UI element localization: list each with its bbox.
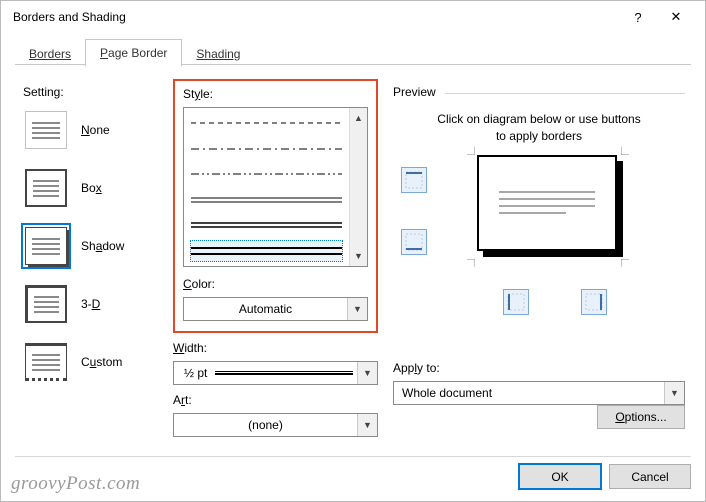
width-value: ½ pt	[184, 366, 207, 380]
setting-custom[interactable]: Custom	[23, 341, 163, 383]
setting-shadow-thumb	[25, 227, 67, 265]
dropdown-icon[interactable]: ▼	[357, 362, 377, 384]
footer-buttons: OK Cancel	[519, 464, 691, 489]
art-combo[interactable]: (none) ▼	[173, 413, 378, 437]
color-combo[interactable]: Automatic ▼	[183, 297, 368, 321]
style-listbox[interactable]: ▲ ▼	[183, 107, 368, 267]
preview-column: Preview Click on diagram below or use bu…	[393, 85, 685, 321]
style-option-dashed[interactable]	[190, 112, 343, 134]
corner-handle-icon	[621, 147, 629, 155]
corner-handle-icon	[621, 259, 629, 267]
watermark-text: groovyPost.com	[11, 473, 140, 495]
setting-heading: Setting:	[23, 85, 163, 99]
art-value: (none)	[174, 418, 357, 432]
setting-none-label: None	[81, 123, 110, 137]
setting-box-thumb	[25, 169, 67, 207]
style-label: Style:	[183, 87, 368, 101]
color-label: Color:	[183, 277, 368, 291]
border-bottom-icon	[405, 233, 423, 251]
highlight-box: Style: ▲ ▼ Col	[173, 79, 378, 333]
setting-3d-thumb	[25, 285, 67, 323]
window-title: Borders and Shading	[13, 10, 619, 24]
border-right-button[interactable]	[581, 289, 607, 315]
scroll-down-icon[interactable]: ▼	[350, 246, 367, 266]
dropdown-icon[interactable]: ▼	[347, 298, 367, 320]
style-option-double-thin[interactable]	[190, 189, 343, 211]
color-value: Automatic	[184, 302, 347, 316]
setting-3d[interactable]: 3-D	[23, 283, 163, 325]
style-items	[184, 108, 349, 266]
setting-box-label: Box	[81, 181, 102, 195]
ok-button[interactable]: OK	[519, 464, 601, 489]
setting-custom-label: Custom	[81, 355, 122, 369]
border-bottom-button[interactable]	[401, 229, 427, 255]
width-sample-icon	[215, 371, 353, 375]
footer-divider	[15, 456, 691, 457]
page-face	[477, 155, 617, 251]
preview-diagram	[393, 151, 685, 321]
setting-none[interactable]: None	[23, 109, 163, 151]
style-column: Style: ▲ ▼ Col	[173, 79, 378, 437]
titlebar: Borders and Shading ? ✕	[1, 1, 705, 33]
scroll-up-icon[interactable]: ▲	[350, 108, 367, 128]
style-option-dashdotdot[interactable]	[190, 163, 343, 185]
corner-handle-icon	[467, 147, 475, 155]
close-button[interactable]: ✕	[657, 2, 695, 32]
cancel-button[interactable]: Cancel	[609, 464, 691, 489]
setting-custom-thumb	[25, 343, 67, 381]
options-button[interactable]: Options...	[597, 405, 685, 429]
style-scrollbar[interactable]: ▲ ▼	[349, 108, 367, 266]
border-left-button[interactable]	[503, 289, 529, 315]
preview-hint: Click on diagram below or use buttons to…	[393, 111, 685, 145]
corner-handle-icon	[467, 259, 475, 267]
setting-3d-label: 3-D	[81, 297, 100, 311]
border-top-icon	[405, 171, 423, 189]
width-combo[interactable]: ½ pt ▼	[173, 361, 378, 385]
help-button[interactable]: ?	[619, 2, 657, 32]
style-option-dashdot[interactable]	[190, 138, 343, 160]
style-option-double-thick[interactable]	[190, 240, 343, 262]
style-option-double-med[interactable]	[190, 214, 343, 236]
dropdown-icon[interactable]: ▼	[357, 414, 377, 436]
width-value-wrap: ½ pt	[174, 366, 357, 380]
border-right-icon	[585, 293, 603, 311]
setting-shadow[interactable]: Shadow	[23, 225, 163, 267]
setting-none-thumb	[25, 111, 67, 149]
setting-column: Setting: None Box Shadow	[23, 85, 163, 399]
apply-to-section: Apply to: Whole document ▼ Options...	[393, 361, 685, 405]
options-label: Options...	[615, 410, 666, 424]
tab-label: Page Border	[100, 46, 167, 60]
preview-divider	[445, 93, 685, 94]
dialog-body: Setting: None Box Shadow	[15, 65, 691, 453]
border-top-button[interactable]	[401, 167, 427, 193]
setting-box[interactable]: Box	[23, 167, 163, 209]
dropdown-icon[interactable]: ▼	[664, 382, 684, 404]
dialog-borders-shading: Borders and Shading ? ✕ Borders Page Bor…	[0, 0, 706, 502]
border-left-icon	[507, 293, 525, 311]
tab-page-border[interactable]: Page Border	[85, 39, 182, 67]
preview-heading: Preview	[393, 85, 685, 99]
apply-to-label: Apply to:	[393, 361, 685, 375]
apply-to-value: Whole document	[394, 386, 664, 400]
art-label: Art:	[173, 393, 378, 407]
setting-shadow-label: Shadow	[81, 239, 124, 253]
tab-strip: Borders Page Border Shading	[15, 39, 691, 67]
apply-to-combo[interactable]: Whole document ▼	[393, 381, 685, 405]
preview-page[interactable]	[477, 155, 617, 251]
width-label: Width:	[173, 341, 378, 355]
